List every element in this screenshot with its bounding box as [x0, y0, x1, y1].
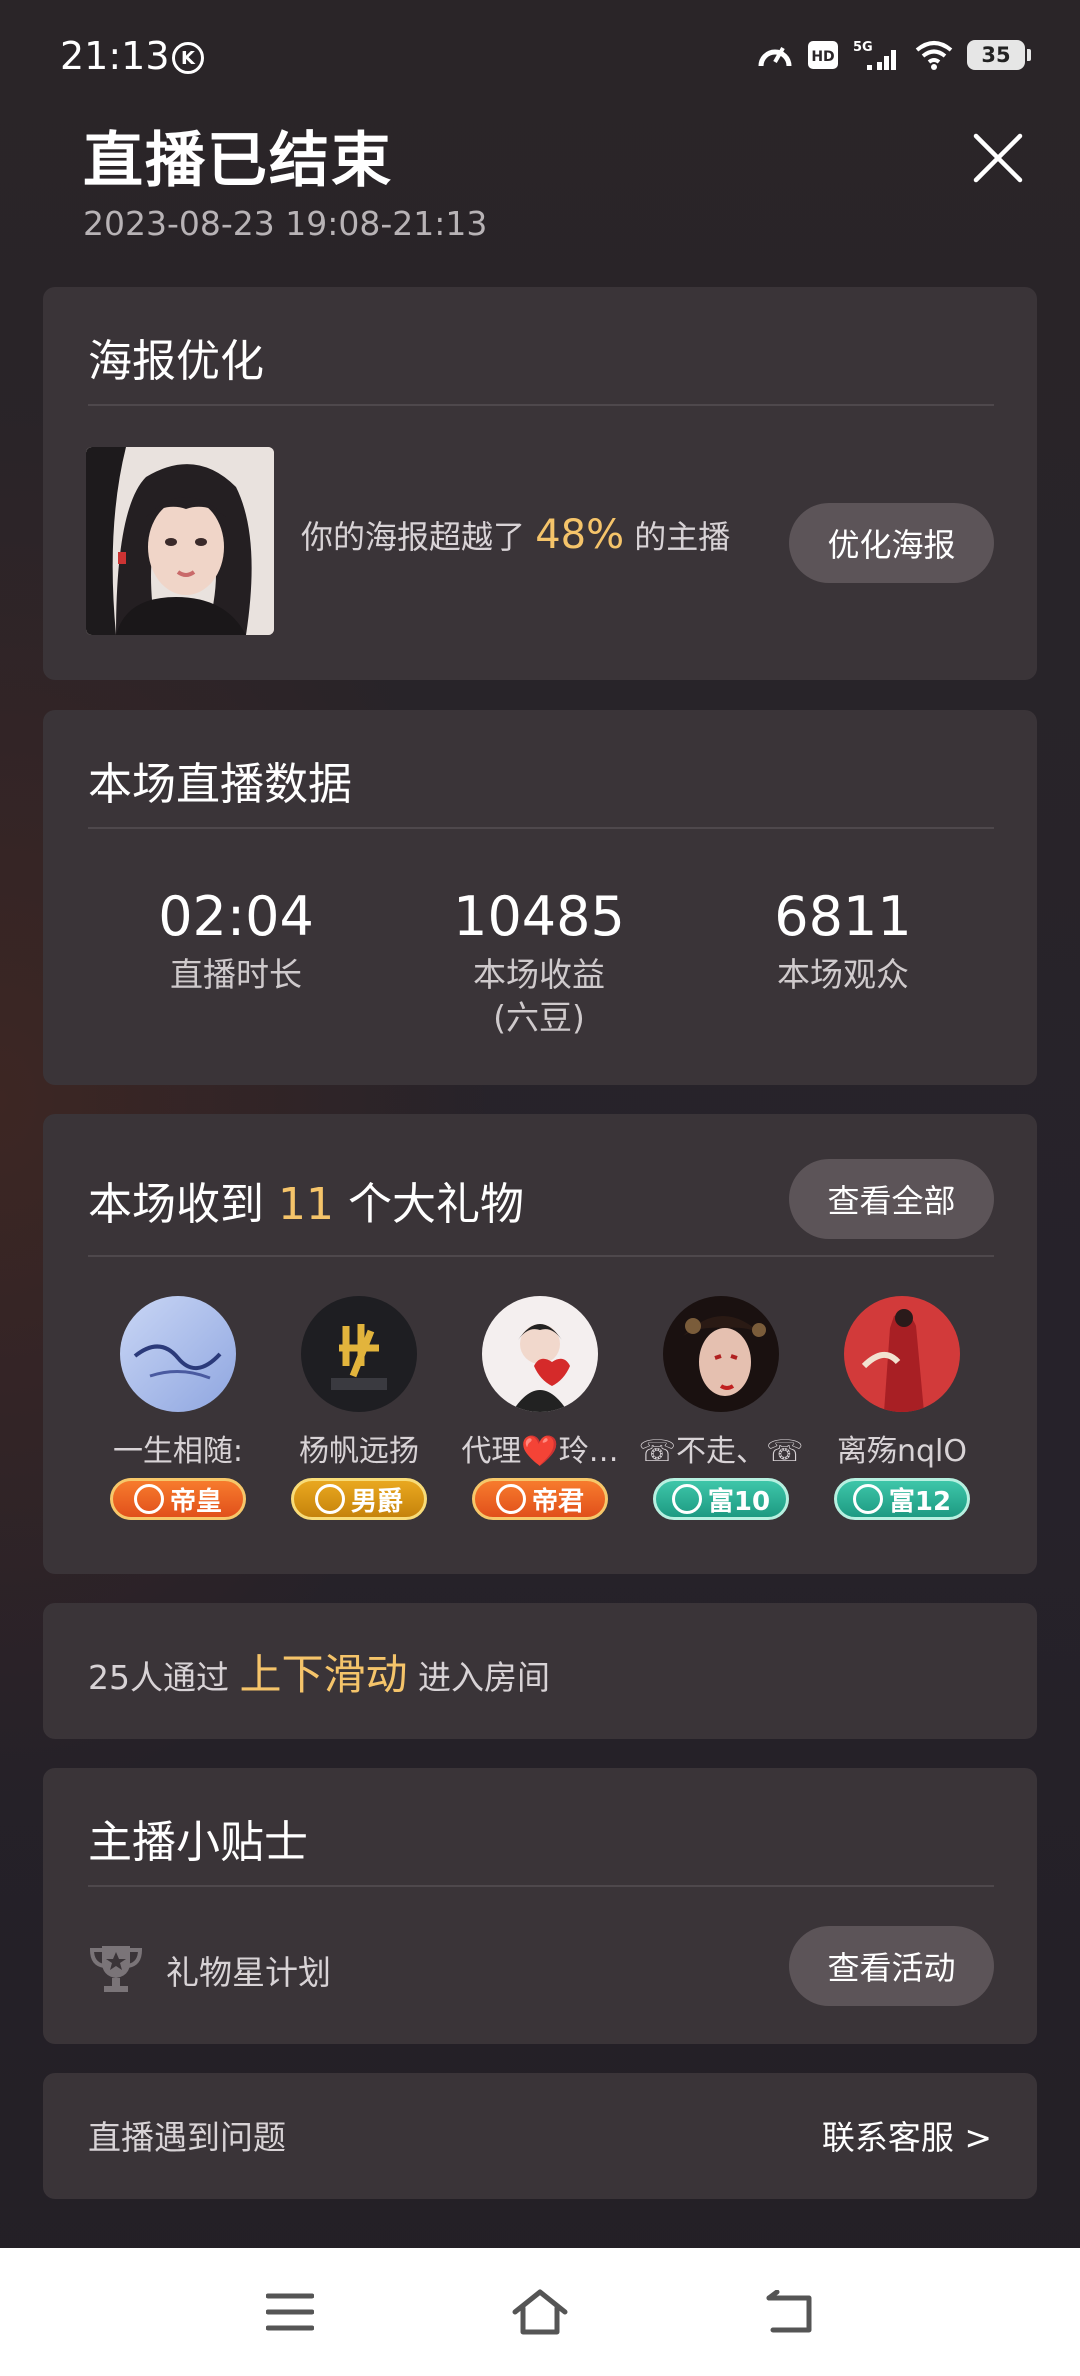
triangle-icon [852, 1484, 883, 1514]
poster-rank-text: 你的海报超越了 48% 的主播 [301, 512, 730, 558]
5g-signal-icon: 5G [853, 38, 901, 72]
gift-giver[interactable]: 离殇nqlO 富12 [817, 1296, 987, 1520]
stat-value: 02:04 [158, 885, 314, 948]
gift-count: 11 [278, 1179, 334, 1230]
stat-label: 本场观众 [777, 955, 909, 994]
slide-entry-card: 25人通过 上下滑动 进入房间 [43, 1603, 1037, 1739]
poster-text-before: 你的海报超越了 [301, 518, 536, 556]
poster-text-after: 的主播 [624, 518, 731, 556]
menu-icon[interactable] [260, 2282, 320, 2342]
slide-text-after: 进入房间 [407, 1658, 550, 1697]
badge-label: 帝君 [531, 1486, 584, 1517]
gifts-card-title: 本场收到 11 个大礼物 [88, 1168, 524, 1232]
stats-card-title: 本场直播数据 [88, 759, 352, 810]
contact-support-link[interactable]: 联系客服 > [822, 2111, 992, 2159]
speedometer-icon [757, 38, 793, 72]
host-tips-card: 主播小贴士 礼物星计划 查看活动 [43, 1768, 1037, 2044]
poster-thumbnail[interactable] [86, 447, 274, 635]
gift-giver[interactable]: 杨帆远扬 男爵 [274, 1296, 444, 1520]
divider [88, 827, 994, 829]
live-stats-card: 本场直播数据 02:04 直播时长 10485 本场收益 (六豆) 6811 本场… [43, 710, 1037, 1085]
gift-giver[interactable]: 代理❤️玲… 帝君 [455, 1296, 625, 1520]
system-nav-bar [0, 2248, 1080, 2376]
view-activity-button[interactable]: 查看活动 [789, 1926, 994, 2006]
home-icon[interactable] [510, 2282, 570, 2342]
stat-value: 6811 [774, 885, 912, 948]
tips-card-title: 主播小贴士 [88, 1817, 308, 1868]
badge-label: 富10 [707, 1486, 771, 1517]
stat-duration: 02:04 直播时长 [116, 885, 356, 997]
status-bar: 21:13 K HD 5G 35 [0, 0, 1080, 115]
gift-giver[interactable]: 一生相随: 帝皇 [93, 1296, 263, 1520]
avatar [120, 1296, 236, 1412]
svg-text:5G: 5G [853, 40, 873, 55]
k-icon: K [172, 42, 204, 74]
giver-name: 代理❤️玲… [461, 1434, 619, 1469]
rank-badge: 男爵 [291, 1478, 427, 1520]
stat-value: 10485 [453, 885, 625, 948]
slide-highlight: 上下滑动 [239, 1650, 408, 1699]
back-icon[interactable] [760, 2282, 820, 2342]
problem-label: 直播遇到问题 [88, 2118, 286, 2157]
live-time-range: 2023-08-23 19:08-21:13 [83, 204, 488, 243]
divider [88, 1255, 994, 1257]
trophy-icon [88, 1940, 144, 2000]
giver-name: 离殇nqlO [836, 1434, 967, 1469]
hd-icon: HD [807, 40, 839, 70]
optimize-poster-button[interactable]: 优化海报 [789, 503, 994, 583]
giver-name: ☏不走、☏ [638, 1434, 804, 1469]
rank-badge: 富10 [653, 1478, 789, 1520]
slide-text-before: 25人通过 [88, 1658, 240, 1697]
tip-item: 礼物星计划 [88, 1940, 331, 2000]
crown-icon [133, 1484, 164, 1514]
badge-label: 富12 [888, 1486, 952, 1517]
gift-giver[interactable]: ☏不走、☏ 富10 [636, 1296, 806, 1520]
giver-name: 一生相随: [112, 1434, 244, 1469]
battery-icon: 35 [967, 40, 1031, 70]
gifts-title-before: 本场收到 [88, 1179, 278, 1230]
badge-label: 帝皇 [169, 1486, 222, 1517]
avatar [663, 1296, 779, 1412]
stat-unit: (六豆) [493, 997, 585, 1037]
stat-label: 本场收益 (六豆) [419, 954, 659, 1040]
diamond-icon [314, 1484, 345, 1514]
triangle-icon [671, 1484, 702, 1514]
stat-viewers: 6811 本场观众 [723, 885, 963, 997]
poster-percent: 48% [535, 512, 625, 558]
slide-entry-text: 25人通过 上下滑动 进入房间 [88, 1641, 550, 1702]
rank-badge: 富12 [834, 1478, 970, 1520]
avatar [844, 1296, 960, 1412]
divider [88, 1885, 994, 1887]
stat-label-text: 本场收益 [473, 955, 605, 994]
stat-income: 10485 本场收益 (六豆) [419, 885, 659, 1040]
svg-text:HD: HD [811, 49, 834, 65]
page-title: 直播已结束 [83, 126, 393, 196]
stat-label: 直播时长 [170, 955, 302, 994]
gifts-card: 本场收到 11 个大礼物 查看全部 一生相随: 帝皇 杨帆远扬 男爵 代理❤️玲… [43, 1114, 1037, 1574]
status-time: 21:13 [60, 34, 170, 78]
avatar [482, 1296, 598, 1412]
support-card: 直播遇到问题 联系客服 > [43, 2073, 1037, 2199]
status-icons: HD 5G 35 [757, 38, 1031, 72]
avatar [301, 1296, 417, 1412]
giver-name: 杨帆远扬 [299, 1434, 419, 1469]
divider [88, 404, 994, 406]
rank-badge: 帝皇 [110, 1478, 246, 1520]
wifi-icon [915, 40, 953, 70]
close-icon[interactable] [970, 130, 1026, 186]
poster-card-title: 海报优化 [88, 336, 264, 387]
badge-label: 男爵 [350, 1486, 403, 1517]
view-all-button[interactable]: 查看全部 [789, 1159, 994, 1239]
rank-badge: 帝君 [472, 1478, 608, 1520]
tip-label: 礼物星计划 [166, 1953, 331, 1992]
poster-card: 海报优化 你的海报超越了 48% 的主播 优化海报 [43, 287, 1037, 680]
gifts-title-after: 个大礼物 [334, 1179, 524, 1230]
chevron-icon [495, 1484, 526, 1514]
